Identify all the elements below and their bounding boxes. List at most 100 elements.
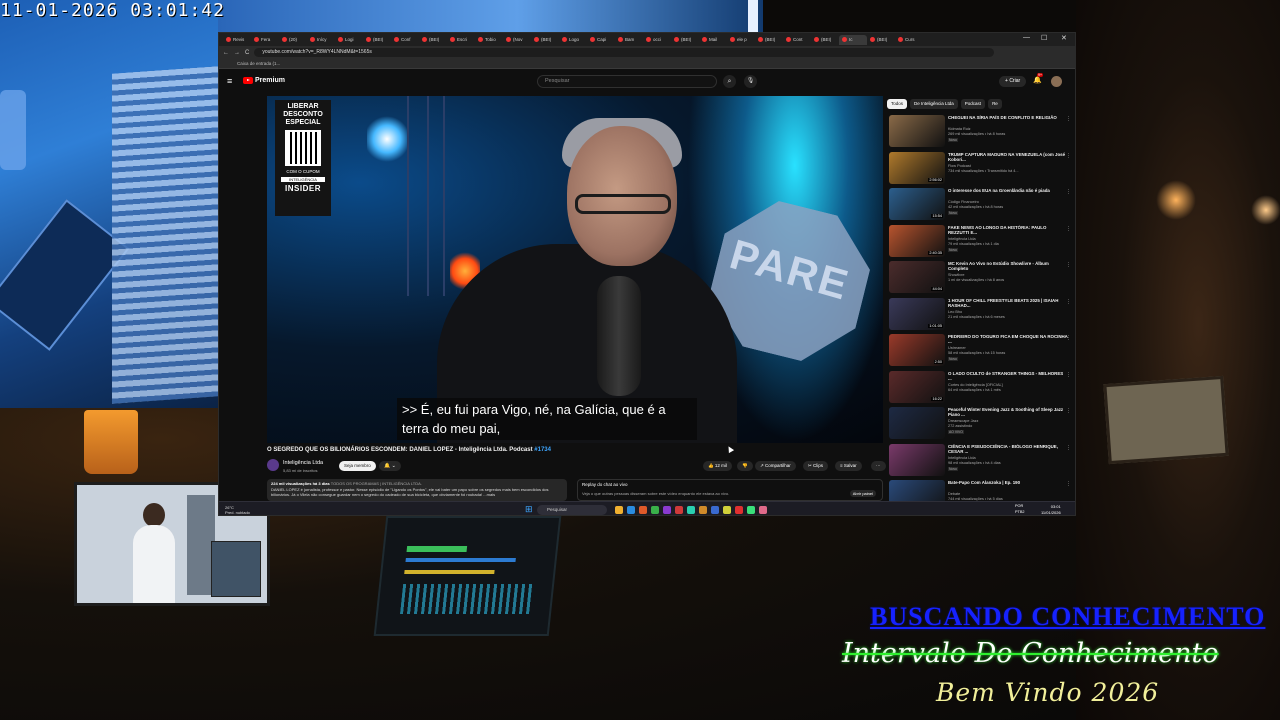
recommended-title[interactable]: O interesse dos EUA na Groenlândia não é… — [948, 188, 1068, 193]
browser-tab[interactable]: occi — [643, 35, 671, 45]
weather-widget[interactable]: 26°C Pred. nublado — [225, 505, 250, 515]
browser-tab[interactable]: Conf — [391, 35, 419, 45]
filter-chip[interactable]: Todos — [887, 99, 908, 109]
recommended-channel[interactable]: Inteligência Ltda — [948, 237, 976, 241]
browser-tab[interactable]: (20) — [279, 35, 307, 45]
search-input[interactable]: Pesquisar — [537, 75, 717, 88]
browser-tab[interactable]: Tobio — [475, 35, 503, 45]
recommended-channel[interactable]: Kidmata Ruiz — [948, 127, 971, 131]
recommended-title[interactable]: 1 HOUR OF CHILL FREESTYLE BEATS 2025 | I… — [948, 298, 1068, 308]
more-options-icon[interactable]: ⋮ — [1066, 372, 1071, 378]
windows-start-icon[interactable]: ⊞ — [525, 505, 534, 514]
file-explorer-icon[interactable] — [615, 506, 623, 514]
recommended-video[interactable]: CHEGUEI NA SÍRIA PAÍS DE CONFLITO E RELI… — [887, 114, 1073, 151]
recommended-video[interactable]: 1:01:05 1 HOUR OF CHILL FREESTYLE BEATS 2… — [887, 297, 1073, 334]
microphone-icon[interactable]: 🎙 — [744, 75, 757, 88]
video-hashtag[interactable]: #1734 — [534, 447, 551, 453]
app-icon[interactable] — [759, 506, 767, 514]
video-thumbnail[interactable]: 1:01:05 — [889, 297, 945, 330]
search-icon[interactable]: ⌕ — [723, 75, 736, 88]
minimize-button[interactable]: — — [1023, 34, 1030, 41]
more-options-icon[interactable]: ⋮ — [1066, 262, 1071, 268]
taskbar-search[interactable]: Pesquisar — [537, 505, 607, 515]
clips-button[interactable]: ✂ Clips — [803, 461, 829, 471]
video-thumbnail[interactable]: 2:50 — [889, 334, 945, 366]
recommended-channel[interactable]: Leo Bho — [948, 310, 962, 314]
video-thumbnail[interactable]: 15:54 — [889, 188, 945, 220]
recommended-title[interactable]: O LADO OCULTO de STRANGER THINGS - MELHO… — [948, 371, 1068, 381]
more-options-icon[interactable]: ⋮ — [1066, 226, 1071, 232]
app-icon[interactable] — [747, 506, 755, 514]
recommended-video[interactable]: 15:54 O interesse dos EUA na Groenlândia … — [887, 187, 1073, 224]
recommended-title[interactable]: Bate-Papo Com Alanzoka | Ep. 190 — [948, 480, 1068, 485]
recommended-title[interactable]: PEDREIRO DO TOGURO FICA EM CHOQUE NA ROC… — [948, 334, 1068, 344]
more-options-icon[interactable]: ⋮ — [1066, 481, 1071, 487]
share-button[interactable]: ↗ Compartilhar — [755, 461, 796, 471]
filter-chip[interactable]: Podcast — [960, 99, 986, 109]
video-thumbnail[interactable]: 16:22 — [889, 370, 945, 403]
create-button[interactable]: + Criar — [999, 76, 1027, 87]
back-button[interactable]: ← — [223, 50, 229, 56]
app-icon[interactable] — [663, 506, 671, 514]
browser-tab[interactable]: Bam — [615, 35, 643, 45]
recommended-title[interactable]: TRUMP CAPTURA MADURO NA VENEZUELA (com J… — [948, 152, 1068, 162]
app-icon[interactable] — [687, 506, 695, 514]
url-field[interactable]: youtube.com/watch?v=_R8WY4LNNdM&t=1565s — [254, 48, 995, 57]
recommended-channel[interactable]: Dreamscape Jazz — [948, 419, 978, 423]
recommended-title[interactable]: CIÊNCIA E PSEUDOCIÊNCIA - BIÓLOGO HENRIQ… — [948, 444, 1068, 454]
recommended-video[interactable]: Peaceful Winter Evening Jazz & Soothing … — [887, 406, 1073, 443]
app-icon[interactable] — [723, 506, 731, 514]
video-thumbnail[interactable]: 44:04 — [889, 261, 945, 293]
bookmark-item[interactable]: Caixa de entrada (1... — [237, 61, 280, 66]
close-window-button[interactable]: ✕ — [1061, 34, 1067, 42]
browser-tab[interactable]: Cont — [783, 35, 811, 45]
app-icon[interactable] — [711, 506, 719, 514]
browser-tab[interactable]: Logi — [335, 35, 363, 45]
channel-name[interactable]: Inteligência Ltda — [283, 460, 323, 466]
recommended-title[interactable]: FAKE NEWS AO LONGO DA HISTÓRIA: PAULO RE… — [948, 225, 1068, 235]
more-options-icon[interactable]: ⋮ — [1066, 408, 1071, 414]
browser-tab[interactable]: Fera — [251, 35, 279, 45]
more-options-icon[interactable]: ⋮ — [1066, 299, 1071, 305]
filter-chip[interactable]: Re — [988, 99, 1002, 109]
browser-tab[interactable]: (BEI) — [867, 35, 895, 45]
recommended-channel[interactable]: Inteligência Ltda — [948, 456, 976, 460]
maximize-button[interactable]: ☐ — [1041, 34, 1047, 42]
browser-tab[interactable]: Mail — [699, 35, 727, 45]
browser-tab[interactable]: Ic — [839, 34, 867, 45]
hamburger-menu-icon[interactable]: ≡ — [227, 76, 232, 86]
chrome-icon[interactable] — [651, 506, 659, 514]
browser-tab[interactable]: (BEI) — [671, 35, 699, 45]
app-icon[interactable] — [699, 506, 707, 514]
browser-tab[interactable]: (Nov — [503, 35, 531, 45]
subscription-bell-dropdown[interactable]: 🔔 ⌄ — [379, 461, 401, 471]
browser-tab[interactable]: Curs — [895, 35, 923, 45]
save-button[interactable]: ≡ Salvar — [835, 461, 862, 471]
app-icon[interactable] — [735, 506, 743, 514]
filter-chip[interactable]: De Inteligência Ltda — [910, 99, 958, 109]
recommended-title[interactable]: Peaceful Winter Evening Jazz & Soothing … — [948, 407, 1068, 417]
video-thumbnail[interactable] — [889, 407, 945, 439]
reload-button[interactable]: C — [245, 50, 249, 56]
account-avatar[interactable] — [1051, 76, 1062, 87]
video-thumbnail[interactable] — [889, 115, 945, 147]
browser-tab[interactable]: Escri — [447, 35, 475, 45]
browser-tab[interactable]: (BEI) — [531, 35, 559, 45]
like-button[interactable]: 👍 12 mil — [703, 461, 732, 471]
more-options-icon[interactable]: ⋮ — [1066, 153, 1071, 159]
recommended-channel[interactable]: Ustreamer — [948, 346, 966, 350]
recommended-video[interactable]: 2:56:02 TRUMP CAPTURA MADURO NA VENEZUELA… — [887, 151, 1073, 188]
open-chat-button[interactable]: Abrir painel — [849, 490, 876, 497]
recommended-channel[interactable]: Showlivre — [948, 273, 964, 277]
more-options-icon[interactable]: ⋮ — [1066, 189, 1071, 195]
system-clock[interactable]: 03:01 11/01/2026 — [1041, 504, 1061, 515]
video-description[interactable]: 224 mil visualizações há 3 dias TODOS OS… — [267, 479, 567, 501]
forward-button[interactable]: → — [234, 50, 240, 56]
video-player[interactable]: PARE LIBERAR DESCONTO ESPECIAL COM O CUP… — [267, 96, 883, 443]
browser-tab[interactable]: (BEI) — [811, 35, 839, 45]
browser-tab[interactable]: Capi — [587, 35, 615, 45]
browser-tab[interactable]: Revis — [223, 35, 251, 45]
office-icon[interactable] — [639, 506, 647, 514]
recommended-channel[interactable]: Flow Podcast — [948, 164, 971, 168]
recommended-title[interactable]: MC Kevin Ao Vivo no Estúdio Showlivre - … — [948, 261, 1068, 271]
